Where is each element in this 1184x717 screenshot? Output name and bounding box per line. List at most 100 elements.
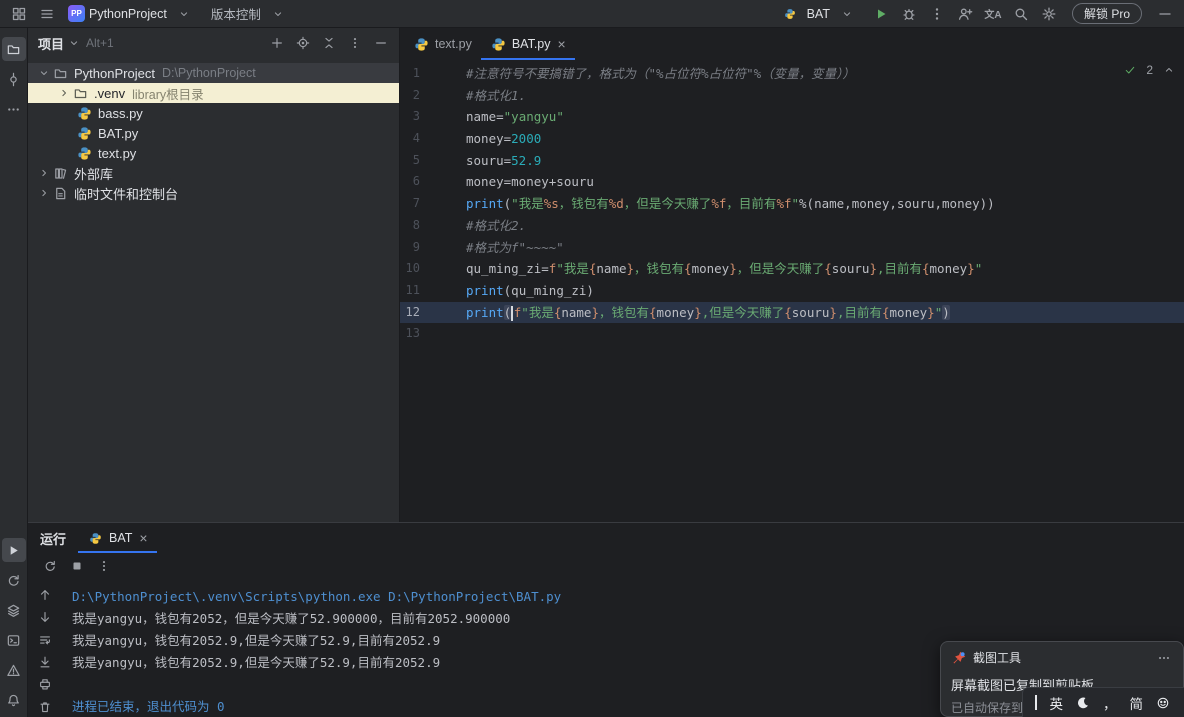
inspections-widget[interactable]: 2 (1123, 63, 1176, 77)
more-button[interactable] (92, 555, 116, 577)
ime-simplified-toggle[interactable]: 简 (1130, 693, 1144, 713)
to-top-button[interactable] (33, 585, 57, 605)
tool-terminal-button[interactable] (2, 628, 26, 652)
code-line-content (466, 323, 1184, 345)
chevron-right-icon (56, 85, 72, 101)
code-line-10[interactable]: 10qu_ming_zi=f"我是{name}，钱包有{money}，但是今天赚… (400, 258, 1184, 280)
more-actions-button[interactable] (924, 2, 950, 26)
search-everywhere-button[interactable] (1008, 2, 1034, 26)
tab-label: text.py (435, 37, 472, 51)
code-line-7[interactable]: 7print("我是%s，钱包有%d，但是今天赚了%f，目前有%f"%(name… (400, 193, 1184, 215)
tree-item-label: bass.py (98, 106, 143, 121)
title-bar: PP PythonProject 版本控制 BAT 文A 解锁 Pro (0, 0, 1184, 28)
code-line-8[interactable]: 8#格式化2. (400, 215, 1184, 237)
run-config-selector[interactable]: BAT (771, 2, 866, 26)
project-panel-hide-button[interactable] (369, 32, 393, 54)
console-line: D:\PythonProject\.venv\Scripts\python.ex… (72, 586, 1184, 608)
code-line-content: name="yangyu" (466, 106, 1184, 128)
main-menu-icon[interactable] (34, 2, 60, 26)
run-toolbar (28, 553, 1184, 579)
ime-toolbar: 英 ， 简 (1022, 687, 1184, 717)
tree-item-BAT.py[interactable]: BAT.py (28, 123, 399, 143)
minimize-button[interactable] (1152, 2, 1178, 26)
app-icon[interactable] (6, 2, 32, 26)
code-line-6[interactable]: 6money=money+souru (400, 171, 1184, 193)
project-panel-add-button[interactable] (265, 32, 289, 54)
code-line-content: #注意符号不要搞错了，格式为（"%占位符%占位符"%（变量，变量）） (466, 63, 1184, 85)
tool-more-button[interactable] (2, 97, 26, 121)
line-number: 1 (400, 63, 466, 85)
python-file-icon (777, 2, 803, 26)
close-icon[interactable]: × (139, 530, 147, 546)
editor-area: text.py BAT.py× 2 1#注意符号不要搞错了，格式为（"%占位符%占… (400, 28, 1184, 522)
close-icon[interactable]: × (558, 36, 566, 52)
to-bottom-button[interactable] (33, 607, 57, 627)
tool-python-packages-button[interactable] (2, 598, 26, 622)
project-panel-options-button[interactable] (343, 32, 367, 54)
run-tab-bat[interactable]: BAT × (78, 523, 157, 553)
ime-language-toggle[interactable]: 英 (1050, 693, 1064, 713)
popup-more-button[interactable] (1155, 650, 1173, 666)
tool-commit-button[interactable] (2, 67, 26, 91)
project-panel-collapse-all-button[interactable] (317, 32, 341, 54)
unlock-pro-button[interactable]: 解锁 Pro (1072, 3, 1142, 24)
code-line-13[interactable]: 13 (400, 323, 1184, 345)
clear-button[interactable] (33, 697, 57, 717)
line-number: 3 (400, 106, 466, 128)
code-line-2[interactable]: 2#格式化1. (400, 85, 1184, 107)
line-number: 12 (400, 302, 466, 324)
vcs-widget[interactable]: 版本控制 (205, 2, 297, 26)
tree-item-detail: D:\PythonProject (162, 66, 256, 80)
smiley-icon[interactable] (1156, 696, 1170, 710)
project-panel-title[interactable]: 项目 (38, 34, 64, 53)
stop-button[interactable] (65, 555, 89, 577)
tool-window-strip (0, 28, 28, 717)
tree-item-外部库[interactable]: 外部库 (28, 163, 399, 183)
ime-punctuation-toggle[interactable]: ， (1103, 693, 1117, 713)
code-line-content: print("我是%s，钱包有%d，但是今天赚了%f，目前有%f"%(name,… (466, 193, 1184, 215)
line-number: 7 (400, 193, 466, 215)
code-editor[interactable]: 2 1#注意符号不要搞错了，格式为（"%占位符%占位符"%（变量，变量））2#格… (400, 60, 1184, 522)
code-line-11[interactable]: 11print(qu_ming_zi) (400, 280, 1184, 302)
tool-services-button[interactable] (2, 568, 26, 592)
code-line-5[interactable]: 5souru=52.9 (400, 150, 1184, 172)
project-selector[interactable]: PP PythonProject (62, 2, 203, 26)
project-panel-select-opened-file-button[interactable] (291, 32, 315, 54)
console-line: 我是yangyu，钱包有2052，但是今天赚了52.900000，目前有2052… (72, 608, 1184, 630)
code-line-1[interactable]: 1#注意符号不要搞错了，格式为（"%占位符%占位符"%（变量，变量）） (400, 63, 1184, 85)
code-line-4[interactable]: 4money=2000 (400, 128, 1184, 150)
scroll-to-end-button[interactable] (33, 652, 57, 672)
tree-item-text.py[interactable]: text.py (28, 143, 399, 163)
inspection-count: 2 (1146, 63, 1153, 77)
tool-project-button[interactable] (2, 37, 26, 61)
tab-BAT.py[interactable]: BAT.py× (481, 28, 575, 60)
tool-notifications-button[interactable] (2, 688, 26, 712)
chevron-right-icon (36, 165, 52, 181)
pycharm-window: PP PythonProject 版本控制 BAT 文A 解锁 Pro (0, 0, 1184, 717)
tree-item-.venv[interactable]: .venvlibrary根目录 (28, 83, 399, 103)
tool-run-button[interactable] (2, 538, 26, 562)
tab-text.py[interactable]: text.py (404, 28, 481, 60)
code-with-me-button[interactable] (952, 2, 978, 26)
tree-item-PythonProject[interactable]: PythonProjectD:\PythonProject (28, 63, 399, 83)
moon-icon[interactable] (1076, 696, 1090, 710)
tree-item-detail: library根目录 (132, 84, 204, 103)
editor-tabs: text.py BAT.py× (400, 28, 1184, 60)
code-line-content: souru=52.9 (466, 150, 1184, 172)
rerun-button[interactable] (38, 555, 62, 577)
tree-item-bass.py[interactable]: bass.py (28, 103, 399, 123)
tool-problems-button[interactable] (2, 658, 26, 682)
code-line-12[interactable]: 12print(f"我是{name}，钱包有{money},但是今天赚了{sou… (400, 302, 1184, 324)
soft-wrap-button[interactable] (33, 630, 57, 650)
debug-button[interactable] (896, 2, 922, 26)
tree-item-临时文件和控制台[interactable]: 临时文件和控制台 (28, 183, 399, 203)
run-panel-header: 运行 BAT × (28, 523, 1184, 553)
code-line-9[interactable]: 9#格式为f"~~~~" (400, 237, 1184, 259)
settings-button[interactable] (1036, 2, 1062, 26)
print-button[interactable] (33, 674, 57, 694)
run-button[interactable] (868, 2, 894, 26)
translate-button[interactable]: 文A (980, 2, 1006, 26)
chevron-up-icon[interactable] (1162, 63, 1176, 77)
code-line-3[interactable]: 3name="yangyu" (400, 106, 1184, 128)
line-number: 8 (400, 215, 466, 237)
